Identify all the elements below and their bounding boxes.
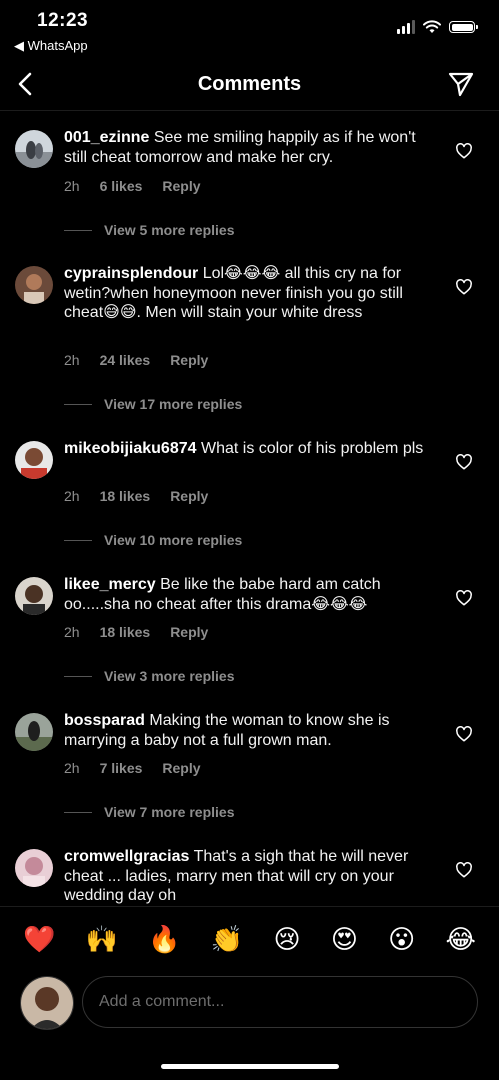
avatar[interactable]: [15, 266, 53, 304]
comment-username[interactable]: cyprainsplendour: [64, 265, 198, 282]
view-more-replies-label: View 5 more replies: [104, 222, 235, 238]
like-heart-icon[interactable]: [455, 278, 473, 296]
comment-likes[interactable]: 18 likes: [100, 624, 151, 640]
reaction-raising-hands-emoji[interactable]: 🙌: [86, 924, 118, 955]
like-heart-icon[interactable]: [455, 453, 473, 471]
quick-reactions-bar: ❤️ 🙌 🔥 👏 😢 😍 😮 😂: [0, 906, 499, 972]
reply-button[interactable]: Reply: [170, 624, 208, 640]
comment-meta: 2h 18 likes Reply: [64, 488, 228, 504]
divider-line: [64, 229, 92, 231]
avatar[interactable]: [15, 713, 53, 751]
comment-meta: 2h 7 likes Reply: [64, 760, 221, 776]
avatar[interactable]: [15, 441, 53, 479]
reply-button[interactable]: Reply: [170, 488, 208, 504]
comment-meta: 2h 24 likes Reply: [64, 352, 228, 368]
reaction-crying-emoji[interactable]: 😢: [273, 924, 300, 955]
reaction-laughing-emoji[interactable]: 😂: [445, 924, 475, 955]
view-more-replies[interactable]: View 10 more replies: [64, 532, 242, 548]
user-avatar: [20, 976, 74, 1030]
comment-time: 2h: [64, 178, 80, 194]
reaction-heart-emoji[interactable]: ❤️: [23, 924, 55, 955]
comment-username[interactable]: bossparad: [64, 712, 145, 729]
send-icon[interactable]: [447, 70, 475, 98]
view-more-replies-label: View 17 more replies: [104, 396, 243, 412]
add-comment-input[interactable]: [82, 976, 478, 1028]
reaction-fire-emoji[interactable]: 🔥: [148, 924, 180, 955]
comment-likes[interactable]: 18 likes: [100, 488, 151, 504]
avatar[interactable]: [15, 577, 53, 615]
wifi-icon: [423, 20, 441, 33]
home-indicator[interactable]: [161, 1064, 339, 1069]
status-icons: [397, 20, 478, 34]
comment-text: cyprainsplendour Lol😂😂😂 all this cry na …: [64, 264, 436, 323]
reaction-clapping-emoji[interactable]: 👏: [211, 924, 243, 955]
reply-button[interactable]: Reply: [162, 178, 200, 194]
comment-meta: 2h 18 likes Reply: [64, 624, 228, 640]
divider-line: [64, 675, 92, 677]
comment-body: What is color of his problem pls: [200, 440, 424, 457]
like-heart-icon[interactable]: [455, 861, 473, 879]
comment-text: likee_mercy Be like the babe hard am cat…: [64, 575, 436, 614]
avatar[interactable]: [15, 130, 53, 168]
comment-username[interactable]: 001_ezinne: [64, 129, 149, 146]
page-title: Comments: [197, 73, 302, 95]
comment-username[interactable]: mikeobijiaku6874: [64, 440, 197, 457]
avatar[interactable]: [15, 849, 53, 887]
like-heart-icon[interactable]: [455, 142, 473, 160]
divider-line: [64, 811, 92, 813]
reply-button[interactable]: Reply: [170, 352, 208, 368]
comment-likes[interactable]: 24 likes: [100, 352, 151, 368]
comment-meta: 2h 6 likes Reply: [64, 178, 221, 194]
comment-text: cromwellgracias That's a sigh that he wi…: [64, 847, 436, 905]
view-more-replies[interactable]: View 3 more replies: [64, 668, 234, 684]
divider-line: [64, 539, 92, 541]
comments-header: Comments: [0, 62, 499, 111]
comment-username[interactable]: cromwellgracias: [64, 848, 189, 865]
comments-list[interactable]: 001_ezinne See me smiling happily as if …: [0, 112, 499, 905]
view-more-replies[interactable]: View 5 more replies: [64, 222, 234, 238]
battery-icon: [449, 21, 478, 33]
comment-time: 2h: [64, 488, 80, 504]
view-more-replies[interactable]: View 7 more replies: [64, 804, 234, 820]
back-to-whatsapp-link[interactable]: ◀ WhatsApp: [14, 38, 88, 54]
comment-username[interactable]: likee_mercy: [64, 576, 156, 593]
view-more-replies-label: View 7 more replies: [104, 804, 235, 820]
comment-composer: [0, 976, 499, 1032]
cellular-signal-icon: [397, 20, 415, 34]
comment-time: 2h: [64, 352, 80, 368]
reply-button[interactable]: Reply: [162, 760, 200, 776]
comment-text: bossparad Making the woman to know she i…: [64, 711, 436, 750]
comment-time: 2h: [64, 624, 80, 640]
like-heart-icon[interactable]: [455, 725, 473, 743]
comment-text: 001_ezinne See me smiling happily as if …: [64, 128, 436, 167]
divider-line: [64, 403, 92, 405]
comment-likes[interactable]: 6 likes: [100, 178, 143, 194]
status-bar: 12:23 ◀ WhatsApp: [0, 0, 499, 60]
comment-time: 2h: [64, 760, 80, 776]
comment-likes[interactable]: 7 likes: [100, 760, 143, 776]
view-more-replies-label: View 10 more replies: [104, 532, 243, 548]
view-more-replies[interactable]: View 17 more replies: [64, 396, 242, 412]
comment-text: mikeobijiaku6874 What is color of his pr…: [64, 439, 436, 459]
status-time: 12:23: [37, 10, 89, 31]
like-heart-icon[interactable]: [455, 589, 473, 607]
reaction-surprised-emoji[interactable]: 😮: [388, 924, 415, 955]
reaction-heart-eyes-emoji[interactable]: 😍: [331, 924, 358, 955]
view-more-replies-label: View 3 more replies: [104, 668, 235, 684]
